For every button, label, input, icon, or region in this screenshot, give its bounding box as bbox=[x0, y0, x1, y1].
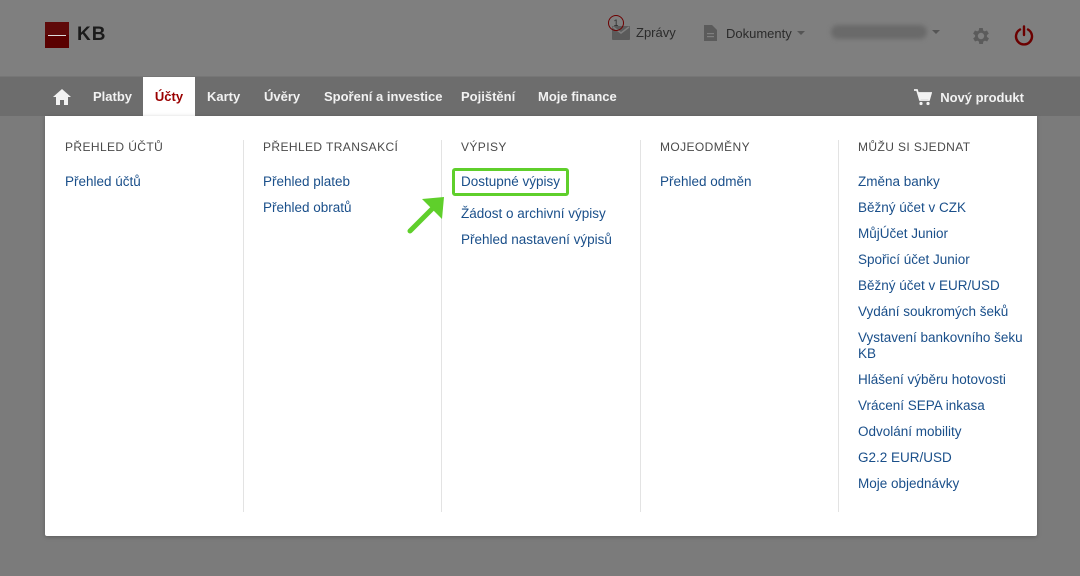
column-title-prehled-transakci: PŘEHLED TRANSAKCÍ bbox=[263, 140, 399, 154]
nav-item-pojisteni[interactable]: Pojištění bbox=[449, 77, 527, 117]
nav-item-uvery[interactable]: Úvěry bbox=[252, 77, 312, 117]
messages-count-badge: 1 bbox=[608, 15, 624, 31]
main-nav: Platby Účty Karty Úvěry Spoření a invest… bbox=[0, 76, 1080, 117]
menu-link[interactable]: Změna banky bbox=[858, 174, 1028, 190]
chevron-down-icon bbox=[796, 31, 805, 35]
messages-label: Zprávy bbox=[636, 25, 676, 40]
nav-item-karty[interactable]: Karty bbox=[195, 77, 252, 117]
nav-item-platby[interactable]: Platby bbox=[81, 77, 144, 117]
messages-link[interactable]: 1 Zprávy bbox=[608, 15, 676, 40]
user-menu[interactable] bbox=[831, 25, 940, 39]
column-title-vypisy: VÝPISY bbox=[461, 140, 507, 154]
menu-link[interactable]: Přehled odměn bbox=[660, 174, 752, 190]
documents-link[interactable]: Dokumenty bbox=[704, 25, 805, 41]
column-links-prehled-transakci: Přehled plateb Přehled obratů bbox=[263, 174, 352, 226]
column-title-prehled-uctu: PŘEHLED ÚČTŮ bbox=[65, 140, 164, 154]
menu-link[interactable]: Přehled obratů bbox=[263, 200, 352, 216]
logo-text: KB bbox=[77, 24, 107, 45]
column-links-prehled-uctu: Přehled účtů bbox=[65, 174, 141, 200]
menu-link[interactable]: MůjÚčet Junior bbox=[858, 226, 1028, 242]
nav-item-sporeni[interactable]: Spoření a investice bbox=[312, 77, 455, 117]
green-arrow-icon bbox=[407, 197, 444, 234]
accounts-mega-menu: PŘEHLED ÚČTŮ Přehled účtů PŘEHLED TRANSA… bbox=[45, 116, 1037, 536]
power-icon[interactable] bbox=[1014, 25, 1034, 47]
menu-link[interactable]: Žádost o archivní výpisy bbox=[461, 206, 612, 222]
menu-link[interactable]: Hlášení výběru hotovosti bbox=[858, 372, 1028, 388]
column-title-mojeodmeny: MOJEODMĚNY bbox=[660, 140, 751, 154]
column-links-vypisy: Dostupné výpisy Žádost o archivní výpisy… bbox=[452, 168, 612, 258]
home-icon[interactable] bbox=[53, 89, 71, 105]
cart-icon bbox=[914, 88, 933, 105]
document-icon bbox=[704, 25, 717, 41]
new-product-button[interactable]: Nový produkt bbox=[914, 77, 1024, 117]
menu-link[interactable]: Vrácení SEPA inkasa bbox=[858, 398, 1028, 414]
menu-link[interactable]: Spořicí účet Junior bbox=[858, 252, 1028, 268]
menu-link[interactable]: G2.2 EUR/USD bbox=[858, 450, 1028, 466]
documents-label: Dokumenty bbox=[726, 25, 792, 41]
column-divider bbox=[838, 140, 839, 512]
new-product-label: Nový produkt bbox=[940, 89, 1024, 105]
column-links-mojeodmeny: Přehled odměn bbox=[660, 174, 752, 200]
column-title-muzu-si-sjednat: MŮŽU SI SJEDNAT bbox=[858, 140, 971, 154]
menu-link[interactable]: Běžný účet v CZK bbox=[858, 200, 1028, 216]
column-divider bbox=[243, 140, 244, 512]
menu-link[interactable]: Vystavení bankovního šeku KB bbox=[858, 330, 1028, 362]
menu-link[interactable]: Přehled nastavení výpisů bbox=[461, 232, 612, 248]
menu-link[interactable]: Přehled účtů bbox=[65, 174, 141, 190]
nav-item-ucty[interactable]: Účty bbox=[143, 77, 195, 117]
menu-link[interactable]: Vydání soukromých šeků bbox=[858, 304, 1028, 320]
nav-item-moje-finance[interactable]: Moje finance bbox=[526, 77, 629, 117]
chevron-down-icon bbox=[932, 30, 940, 34]
menu-link[interactable]: Přehled plateb bbox=[263, 174, 352, 190]
top-header: KB 1 Zprávy Dokumenty bbox=[0, 0, 1080, 76]
column-divider bbox=[640, 140, 641, 512]
menu-link[interactable]: Běžný účet v EUR/USD bbox=[858, 278, 1028, 294]
menu-link-dostupne-vypisy-highlighted[interactable]: Dostupné výpisy bbox=[452, 168, 570, 196]
kb-logo-mark bbox=[45, 22, 69, 48]
gear-icon[interactable] bbox=[970, 25, 992, 47]
kb-logo[interactable]: KB bbox=[45, 22, 106, 48]
column-links-muzu-si-sjednat: Změna banky Běžný účet v CZK MůjÚčet Jun… bbox=[858, 174, 1028, 502]
menu-link[interactable]: Odvolání mobility bbox=[858, 424, 1028, 440]
menu-link[interactable]: Moje objednávky bbox=[858, 476, 1028, 492]
user-name-blurred bbox=[831, 25, 927, 39]
